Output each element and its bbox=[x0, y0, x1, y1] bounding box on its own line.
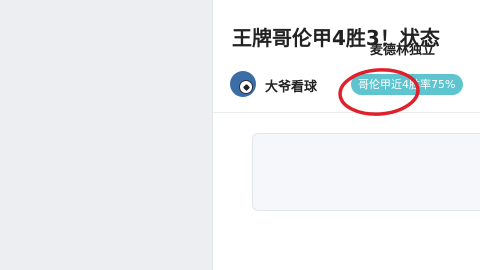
page: 王牌哥伦甲4胜3！状态 大爷看球 哥伦甲近4胜率75% 麦德林独立 bbox=[0, 0, 480, 270]
win-rate-tag[interactable]: 哥伦甲近4胜率75% bbox=[351, 74, 464, 95]
quote-box bbox=[252, 133, 480, 211]
soccer-ball-icon bbox=[239, 80, 253, 94]
avatar[interactable] bbox=[230, 71, 256, 97]
article-panel: 王牌哥伦甲4胜3！状态 大爷看球 哥伦甲近4胜率75% 麦德林独立 bbox=[212, 0, 480, 270]
divider bbox=[213, 112, 480, 113]
left-background bbox=[0, 0, 212, 270]
author-name[interactable]: 大爷看球 bbox=[265, 76, 317, 95]
quote-text: 麦德林独立 bbox=[370, 43, 436, 58]
